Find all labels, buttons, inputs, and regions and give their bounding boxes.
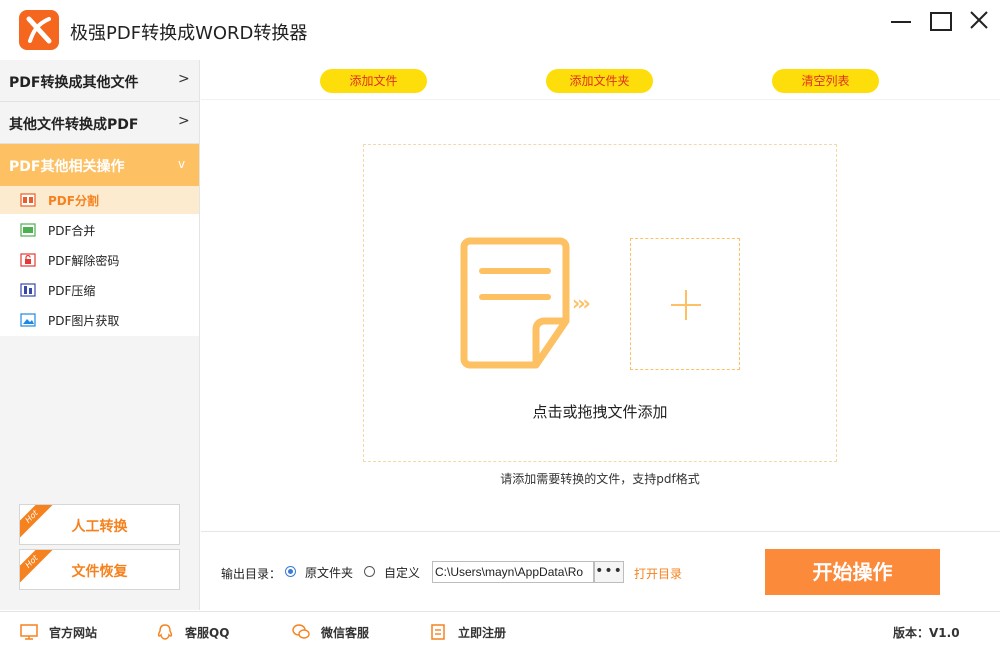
pdf-merge-icon xyxy=(20,223,36,237)
document-illustration-icon xyxy=(460,237,570,369)
x-logo-icon xyxy=(19,10,59,50)
manual-conversion-button[interactable]: Hot 人工转换 xyxy=(19,504,180,545)
plus-icon-vertical xyxy=(685,290,687,320)
minimize-icon[interactable] xyxy=(886,8,916,34)
status-item-label: 官方网站 xyxy=(49,626,98,640)
open-directory-link[interactable]: 打开目录 xyxy=(634,565,682,582)
pdf-image-icon xyxy=(20,313,36,327)
monitor-icon xyxy=(20,624,38,640)
chevron-down-icon: v xyxy=(178,157,186,171)
chevron-right-icon: > xyxy=(178,71,190,87)
radio-custom-label[interactable]: 自定义 xyxy=(384,564,420,581)
sidebar-category-other-to-pdf[interactable]: 其他文件转换成PDF > xyxy=(0,102,199,144)
browse-button[interactable]: ••• xyxy=(594,561,624,583)
status-bar: 官方网站 客服QQ 微信客服 立即注册 版本：V1.0 xyxy=(0,611,1000,650)
sidebar-category-pdf-other-ops[interactable]: PDF其他相关操作 v xyxy=(0,144,199,186)
format-hint: 请添加需要转换的文件，支持pdf格式 xyxy=(500,472,700,486)
status-item-label: 客服QQ xyxy=(185,626,230,640)
sidebar: PDF转换成其他文件 > 其他文件转换成PDF > PDF其他相关操作 v PD… xyxy=(0,60,200,610)
sidebar-item-pdf-split[interactable]: PDF分割 xyxy=(0,186,199,214)
sidebar-item-pdf-image[interactable]: PDF图片获取 xyxy=(0,306,199,334)
output-path-input[interactable] xyxy=(432,561,594,583)
drop-prompt: 点击或拖拽文件添加 xyxy=(532,403,668,421)
sub-item-label: PDF解除密码 xyxy=(48,254,120,268)
output-dir-label: 输出目录： xyxy=(221,567,282,581)
title-bar: 极强PDF转换成WORD转换器 xyxy=(0,0,1000,60)
sidebar-category-pdf-to-other[interactable]: PDF转换成其他文件 > xyxy=(0,60,199,102)
pdf-split-icon xyxy=(20,193,36,207)
sub-item-list: PDF分割 PDF合并 PDF解除密码 PDF压缩 PDF图片获取 xyxy=(0,186,199,336)
add-file-button[interactable]: 添加文件 xyxy=(320,69,427,93)
sub-item-label: PDF合并 xyxy=(48,224,96,238)
button-label: 人工转换 xyxy=(71,519,128,535)
wechat-icon xyxy=(292,624,310,639)
file-recovery-button[interactable]: Hot 文件恢复 xyxy=(19,549,180,590)
chevron-right-icon: > xyxy=(178,113,190,129)
category-label: PDF其他相关操作 xyxy=(9,159,125,175)
pdf-unlock-icon xyxy=(20,253,36,267)
maximize-icon[interactable] xyxy=(925,8,955,34)
add-folder-button[interactable]: 添加文件夹 xyxy=(546,69,653,93)
chevrons-right-icon: ››› xyxy=(572,291,591,315)
toolbar: 添加文件 添加文件夹 清空列表 xyxy=(201,60,1000,100)
version-label: 版本：V1.0 xyxy=(893,626,960,640)
sidebar-item-pdf-merge[interactable]: PDF合并 xyxy=(0,216,199,244)
radio-original-folder[interactable] xyxy=(285,566,296,577)
start-button[interactable]: 开始操作 xyxy=(765,549,940,595)
button-label: 文件恢复 xyxy=(71,564,128,580)
add-placeholder-box[interactable] xyxy=(630,238,740,370)
qq-penguin-icon xyxy=(157,624,173,640)
sub-item-label: PDF压缩 xyxy=(48,284,96,298)
category-label: 其他文件转换成PDF xyxy=(9,117,139,133)
register-icon xyxy=(431,624,445,640)
app-title: 极强PDF转换成WORD转换器 xyxy=(70,23,308,44)
category-label: PDF转换成其他文件 xyxy=(9,75,139,91)
sub-item-label: PDF图片获取 xyxy=(48,314,120,328)
sub-item-label: PDF分割 xyxy=(48,194,99,208)
sidebar-item-pdf-compress[interactable]: PDF压缩 xyxy=(0,276,199,304)
sidebar-item-pdf-unlock[interactable]: PDF解除密码 xyxy=(0,246,199,274)
radio-original-label[interactable]: 原文件夹 xyxy=(305,564,353,581)
status-item-label: 立即注册 xyxy=(458,626,507,640)
status-item-label: 微信客服 xyxy=(321,626,370,640)
pdf-compress-icon xyxy=(20,283,36,297)
close-icon[interactable] xyxy=(964,8,994,34)
file-drop-zone[interactable]: ››› 点击或拖拽文件添加 xyxy=(363,144,837,462)
clear-list-button[interactable]: 清空列表 xyxy=(772,69,879,93)
radio-custom-folder[interactable] xyxy=(364,566,375,577)
output-panel: 输出目录： 原文件夹 自定义 ••• 打开目录 开始操作 xyxy=(201,531,1000,610)
